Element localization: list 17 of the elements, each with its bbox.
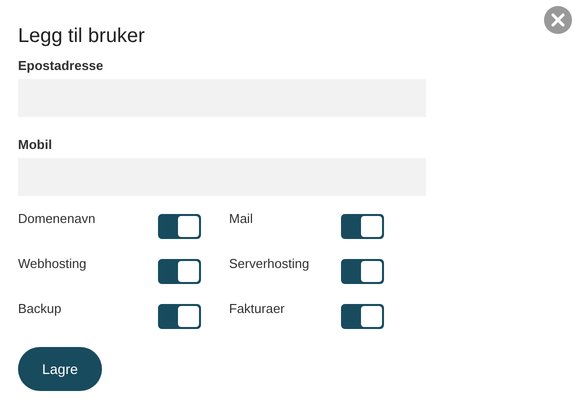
field-label: Mobil [18, 137, 53, 153]
close-icon[interactable] [544, 6, 572, 34]
toggle-switch[interactable] [158, 259, 201, 284]
toggle-switch[interactable] [341, 304, 384, 329]
toggle-switch[interactable] [341, 214, 384, 239]
toggle-switch[interactable] [341, 259, 384, 284]
toggle-switch[interactable] [158, 214, 201, 239]
field-label: Epostadresse [18, 58, 104, 74]
toggle-switch[interactable] [158, 304, 201, 329]
dialog-title: Legg til bruker [18, 24, 146, 48]
toggle-label: Serverhosting [229, 256, 310, 272]
toggle-label: Fakturaer [229, 301, 286, 317]
save-button[interactable]: Lagre [18, 347, 102, 391]
toggle-label: Mail [229, 211, 254, 227]
toggle-label: Webhosting [18, 256, 88, 272]
toggle-label: Backup [18, 301, 62, 317]
toggle-label: Domenenavn [18, 211, 96, 227]
